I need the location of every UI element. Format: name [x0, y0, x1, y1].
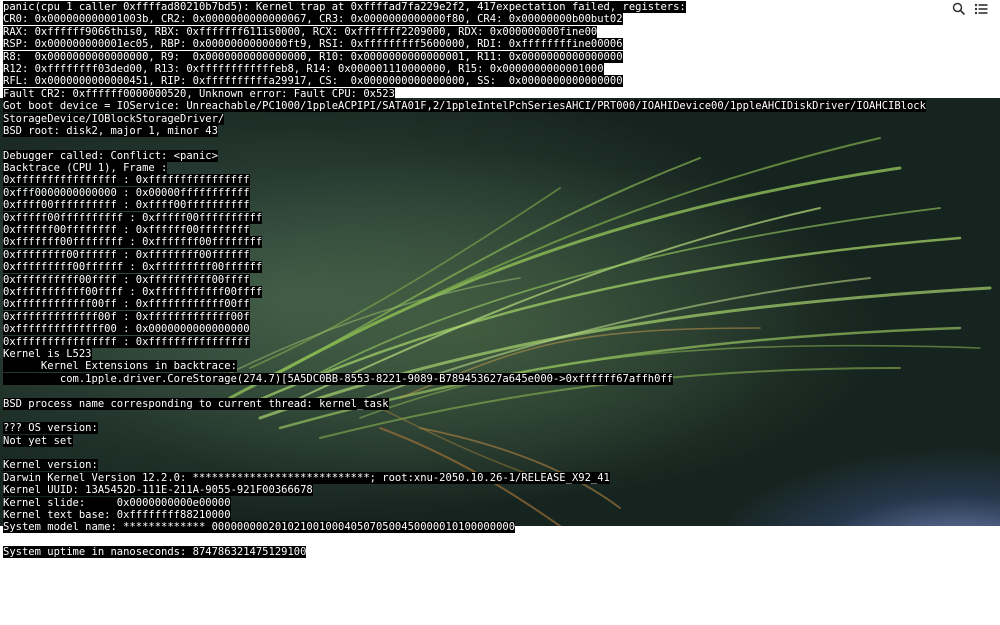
console-line: RSP: 0x000000000001ec05, RBP: 0x00000000…	[3, 38, 993, 51]
console-line: Kernel slide: 0x0000000000e00000	[3, 496, 993, 509]
console-line: 0xfffffffff00ffffff : 0xfffffffff00fffff…	[3, 261, 993, 274]
console-line-text: Backtrace (CPU 1), Frame :	[3, 162, 168, 175]
console-line: 0xffffffffff00ffff : 0xffffffffff00ffff	[3, 273, 993, 286]
console-line: System model name: ************* 0000000…	[3, 521, 993, 534]
console-line-text: Debugger called: Conflict: <panic>	[3, 149, 218, 162]
console-line-text: 0xffffffffffffffff : 0xffffffffffffffff	[3, 335, 250, 348]
console-line: 0xfff0000000000000 : 0x00000fffffffffff	[3, 186, 993, 199]
console-line-text: RSP: 0x000000000001ec05, RBP: 0x00000000…	[3, 38, 623, 51]
console-line-text: StorageDevice/IOBlockStorageDriver/	[3, 112, 225, 125]
console-line-text: R8: 0x0000000000000000, R9: 0x0000000000…	[3, 50, 623, 63]
console-line-text: 0xfffffff00ffffffff : 0xfffffff00fffffff…	[3, 236, 263, 249]
console-line-text: com.1pple.driver.CoreStorage(274.7)[5A5D…	[3, 372, 674, 385]
console-line-text: 0xffffffffff00ffff : 0xffffffffff00ffff	[3, 273, 250, 286]
console-line: RAX: 0xffffff9066this0, RBX: 0xfffffff61…	[3, 25, 993, 38]
console-line-text: Kernel is L523	[3, 347, 92, 360]
kernel-panic-console: panic(cpu 1 caller 0xffffad80210b7bd5): …	[3, 1, 993, 559]
console-line-text: Not yet set	[3, 434, 73, 447]
console-line: Kernel version:	[3, 459, 993, 472]
console-line-text: Kernel text base: 0xffffffff88210000	[3, 509, 231, 522]
console-line: ??? OS version:	[3, 422, 993, 435]
console-line-text: Kernel Extensions in backtrace:	[3, 360, 237, 373]
console-line-text: CR0: 0x000000000001003b, CR2: 0x00000000…	[3, 13, 623, 26]
console-line: CR0: 0x000000000001003b, CR2: 0x00000000…	[3, 13, 993, 26]
console-line-text: R12: 0xffffffff03ded00, R13: 0xfffffffff…	[3, 62, 604, 75]
console-line-text: Kernel version:	[3, 459, 98, 472]
console-line: BSD process name corresponding to curren…	[3, 397, 993, 410]
console-line: Debugger called: Conflict: <panic>	[3, 149, 993, 162]
console-line: BSD root: disk2, major 1, minor 43	[3, 124, 993, 137]
console-line-text: 0xfffff00ffffffffff : 0xfffff00fffffffff…	[3, 211, 263, 224]
console-line-text: BSD process name corresponding to curren…	[3, 397, 389, 410]
console-line: RFL: 0x0000000000000451, RIP: 0xffffffff…	[3, 75, 993, 88]
console-line: 0xffffff00ffffffff : 0xffffff00ffffffff	[3, 224, 993, 237]
console-line: R8: 0x0000000000000000, R9: 0x0000000000…	[3, 50, 993, 63]
console-line-text: 0xfff0000000000000 : 0x00000fffffffffff	[3, 186, 250, 199]
console-line-text: 0xfffffffff00ffffff : 0xfffffffff00fffff…	[3, 261, 263, 274]
console-line-text: Got boot device = IOService: Unreachable…	[3, 100, 926, 113]
console-line-text: Kernel slide: 0x0000000000e00000	[3, 496, 231, 509]
console-line: Fault CR2: 0xffffff0000000520, Unknown e…	[3, 87, 993, 100]
console-line: Kernel Extensions in backtrace:	[3, 360, 993, 373]
console-line-text: panic(cpu 1 caller 0xffffad80210b7bd5): …	[3, 1, 686, 13]
console-line: 0xffffffffffffff00 : 0x0000000000000000	[3, 323, 993, 336]
console-line-text: 0xffffffffffffffff : 0xffffffffffffffff	[3, 174, 250, 187]
console-line: Got boot device = IOService: Unreachable…	[3, 100, 993, 113]
console-line: Backtrace (CPU 1), Frame :	[3, 162, 993, 175]
console-line-text: 0xffffffffffff00ff : 0xffffffffffff00ff	[3, 298, 250, 311]
console-line-text: 0xffff00ffffffffff : 0xffff00ffffffffff	[3, 199, 250, 212]
console-line: R12: 0xffffffff03ded00, R13: 0xfffffffff…	[3, 62, 993, 75]
console-line: Kernel text base: 0xffffffff88210000	[3, 509, 993, 522]
console-line: Kernel UUID: 13A5452D-111E-211A-9055-921…	[3, 484, 993, 497]
console-line: StorageDevice/IOBlockStorageDriver/	[3, 112, 993, 125]
console-line: Not yet set	[3, 434, 993, 447]
console-line: 0xffffffffffff00ff : 0xffffffffffff00ff	[3, 298, 993, 311]
console-line-text: Fault CR2: 0xffffff0000000520, Unknown e…	[3, 87, 395, 100]
console-line: 0xfffff00ffffffffff : 0xfffff00fffffffff…	[3, 211, 993, 224]
console-line-text: System uptime in nanoseconds: 8747863214…	[3, 546, 307, 559]
console-line: 0xffff00ffffffffff : 0xffff00ffffffffff	[3, 199, 993, 212]
console-line-text: ??? OS version:	[3, 422, 98, 435]
console-line: System uptime in nanoseconds: 8747863214…	[3, 546, 993, 559]
console-line: Darwin Kernel Version 12.2.0: **********…	[3, 471, 993, 484]
console-line-text: System model name: ************* 0000000…	[3, 521, 516, 534]
console-line-text: BSD root: disk2, major 1, minor 43	[3, 124, 218, 137]
console-line-text: 0xffffff00ffffffff : 0xffffff00ffffffff	[3, 224, 250, 237]
console-line: panic(cpu 1 caller 0xffffad80210b7bd5): …	[3, 1, 993, 13]
console-line: 0xfffffffffff00ffff : 0xfffffffffff00fff…	[3, 285, 993, 298]
console-line-text: 0xffffffffffffff00 : 0x0000000000000000	[3, 323, 250, 336]
console-line: com.1pple.driver.CoreStorage(274.7)[5A5D…	[3, 372, 993, 385]
console-line-text: RFL: 0x0000000000000451, RIP: 0xffffffff…	[3, 75, 623, 88]
console-line: 0xfffffff00ffffffff : 0xfffffff00fffffff…	[3, 236, 993, 249]
console-line: 0xffffffffffffffff : 0xffffffffffffffff	[3, 335, 993, 348]
console-line-text: 0xfffffffffff00ffff : 0xfffffffffff00fff…	[3, 285, 263, 298]
console-line-text: 0xffffffff00ffffff : 0xffffffff00ffffff	[3, 248, 250, 261]
console-line: 0xffffffff00ffffff : 0xffffffff00ffffff	[3, 248, 993, 261]
console-line-text: RAX: 0xffffff9066this0, RBX: 0xfffffff61…	[3, 25, 598, 38]
console-line: 0xffffffffffffffff : 0xffffffffffffffff	[3, 174, 993, 187]
console-line-text: 0xfffffffffffff00f : 0xfffffffffffff00f	[3, 310, 250, 323]
console-line-text: Kernel UUID: 13A5452D-111E-211A-9055-921…	[3, 484, 313, 497]
console-line: Kernel is L523	[3, 347, 993, 360]
console-line: 0xfffffffffffff00f : 0xfffffffffffff00f	[3, 310, 993, 323]
console-line-text: Darwin Kernel Version 12.2.0: **********…	[3, 471, 610, 484]
